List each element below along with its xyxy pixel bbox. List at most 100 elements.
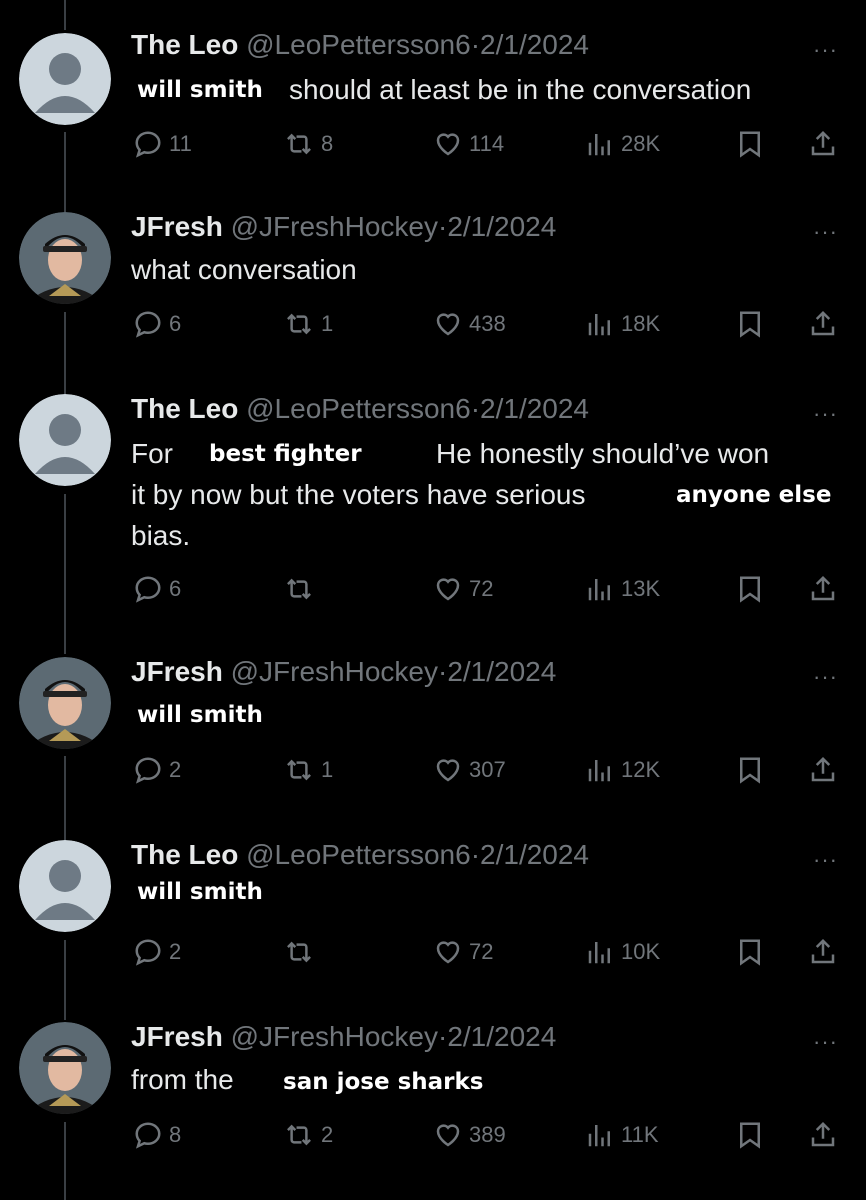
tweet-date[interactable]: 2/1/2024 xyxy=(447,656,556,687)
avatar-jfresh[interactable] xyxy=(19,1022,111,1114)
separator-dot: · xyxy=(437,1021,448,1052)
author-handle[interactable]: @LeoPettersson6 xyxy=(246,393,471,424)
like-button[interactable]: 72 xyxy=(433,572,493,606)
like-count: 72 xyxy=(469,576,494,601)
author-name[interactable]: The Leo xyxy=(131,839,238,870)
repost-icon xyxy=(287,1124,311,1146)
tweet-text-part: He honestly should’ve won xyxy=(436,438,770,469)
share-button[interactable] xyxy=(808,307,838,341)
repost-button[interactable] xyxy=(283,572,321,606)
views-button[interactable]: 28K xyxy=(585,127,660,161)
bookmark-button[interactable] xyxy=(735,572,765,606)
bookmark-button[interactable] xyxy=(735,935,765,969)
reply-button[interactable]: 2 xyxy=(133,753,181,787)
like-count: 114 xyxy=(469,131,505,156)
views-count: 18K xyxy=(621,311,661,336)
bookmark-button[interactable] xyxy=(735,127,765,161)
share-icon xyxy=(811,575,835,601)
more-options-icon[interactable]: ··· xyxy=(813,849,838,871)
author-handle[interactable]: @JFreshHockey xyxy=(231,211,438,242)
tweet-date[interactable]: 2/1/2024 xyxy=(480,839,589,870)
reply-button[interactable]: 6 xyxy=(133,307,181,341)
repost-button[interactable] xyxy=(283,935,321,969)
views-icon xyxy=(588,134,610,156)
bookmark-icon xyxy=(740,939,760,966)
share-icon xyxy=(811,310,835,336)
tweet-date[interactable]: 2/1/2024 xyxy=(447,211,556,242)
author-name[interactable]: JFresh xyxy=(131,1021,223,1052)
author-handle[interactable]: @LeoPettersson6 xyxy=(246,29,471,60)
author-name[interactable]: JFresh xyxy=(131,656,223,687)
tweet-text-part: should at least be in the conversation xyxy=(289,74,752,105)
repost-count: 8 xyxy=(321,131,334,156)
reply-button[interactable]: 8 xyxy=(133,1118,181,1152)
tweet[interactable]: JFresh @JFreshHockey·2/1/2024 ··· will s… xyxy=(0,645,866,815)
like-button[interactable]: 114 xyxy=(433,127,504,161)
repost-button[interactable]: 8 xyxy=(283,127,333,161)
tweet[interactable]: The Leo @LeoPettersson6·2/1/2024 ··· wil… xyxy=(0,828,866,998)
more-options-icon[interactable]: ··· xyxy=(813,403,838,425)
like-count: 389 xyxy=(469,1122,506,1147)
heart-icon xyxy=(436,941,460,964)
share-button[interactable] xyxy=(808,127,838,161)
heart-icon xyxy=(436,313,460,336)
reply-button[interactable]: 6 xyxy=(133,572,181,606)
reply-button[interactable]: 2 xyxy=(133,935,181,969)
more-options-icon[interactable]: ··· xyxy=(813,39,838,61)
views-button[interactable]: 12K xyxy=(585,753,660,787)
avatar-jfresh[interactable] xyxy=(19,212,111,304)
views-button[interactable]: 10K xyxy=(585,935,660,969)
tweet-date[interactable]: 2/1/2024 xyxy=(447,1021,556,1052)
tweet[interactable]: JFresh @JFreshHockey·2/1/2024 ··· from t… xyxy=(0,1010,866,1180)
bookmark-button[interactable] xyxy=(735,1118,765,1152)
views-button[interactable]: 11K xyxy=(585,1118,659,1152)
author-handle[interactable]: @JFreshHockey xyxy=(231,1021,438,1052)
share-button[interactable] xyxy=(808,753,838,787)
reply-icon xyxy=(135,1122,161,1149)
tweet[interactable]: JFresh @JFreshHockey·2/1/2024 ··· what c… xyxy=(0,200,866,370)
avatar-default[interactable] xyxy=(19,840,111,932)
like-button[interactable]: 389 xyxy=(433,1118,506,1152)
avatar-default[interactable] xyxy=(19,33,111,125)
avatar-default[interactable] xyxy=(19,394,111,486)
tweet-date[interactable]: 2/1/2024 xyxy=(480,29,589,60)
like-button[interactable]: 307 xyxy=(433,753,506,787)
tweet-date[interactable]: 2/1/2024 xyxy=(480,393,589,424)
more-options-icon[interactable]: ··· xyxy=(813,666,838,688)
separator-dot: · xyxy=(437,211,448,242)
repost-button[interactable]: 2 xyxy=(283,1118,333,1152)
author-handle[interactable]: @JFreshHockey xyxy=(231,656,438,687)
reply-count: 6 xyxy=(169,311,182,336)
author-handle[interactable]: @LeoPettersson6 xyxy=(246,839,471,870)
like-button[interactable]: 438 xyxy=(433,307,506,341)
views-button[interactable]: 18K xyxy=(585,307,660,341)
author-name[interactable]: JFresh xyxy=(131,211,223,242)
author-name[interactable]: The Leo xyxy=(131,29,238,60)
tweet[interactable]: The Leo @LeoPettersson6·2/1/2024 ··· For… xyxy=(0,382,866,632)
repost-count: 2 xyxy=(321,1122,334,1147)
bookmark-icon xyxy=(740,131,760,158)
tweet-text: For best fighter He honestly should’ve w… xyxy=(131,434,851,564)
views-icon xyxy=(588,760,610,782)
views-button[interactable]: 13K xyxy=(585,572,660,606)
tweet[interactable]: The Leo @LeoPettersson6·2/1/2024 ··· wil… xyxy=(0,0,866,190)
avatar-jfresh[interactable] xyxy=(19,657,111,749)
heart-icon xyxy=(436,759,460,782)
share-button[interactable] xyxy=(808,1118,838,1152)
separator-dot: · xyxy=(470,839,481,870)
share-button[interactable] xyxy=(808,572,838,606)
share-button[interactable] xyxy=(808,935,838,969)
heart-icon xyxy=(436,133,460,156)
like-button[interactable]: 72 xyxy=(433,935,493,969)
reply-count: 8 xyxy=(169,1122,182,1147)
reply-button[interactable]: 11 xyxy=(133,127,192,161)
more-options-icon[interactable]: ··· xyxy=(813,221,838,243)
tweet-header: The Leo @LeoPettersson6·2/1/2024 xyxy=(131,838,589,872)
repost-button[interactable]: 1 xyxy=(283,307,333,341)
repost-button[interactable]: 1 xyxy=(283,753,333,787)
bookmark-button[interactable] xyxy=(735,753,765,787)
bookmark-button[interactable] xyxy=(735,307,765,341)
share-icon xyxy=(811,938,835,964)
more-options-icon[interactable]: ··· xyxy=(813,1031,838,1053)
author-name[interactable]: The Leo xyxy=(131,393,238,424)
